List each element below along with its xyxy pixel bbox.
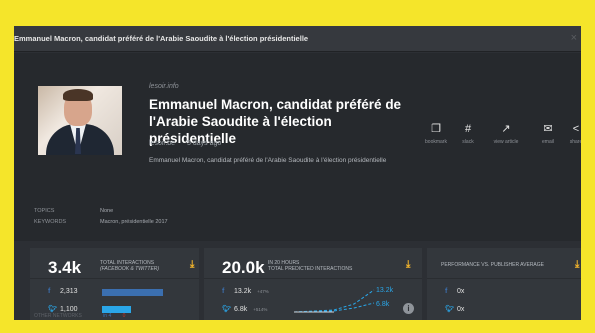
twitter-count: 1,100 [60, 306, 78, 313]
performance-card: PERFORMANCE VS. PUBLISHER AVERAGE ⤓ f 0x … [427, 248, 581, 320]
article-age: 5 days ago [187, 140, 222, 147]
facebook-icon: f [222, 288, 225, 295]
predicted-caption-2: TOTAL PREDICTED INTERACTIONS [268, 266, 353, 272]
predicted-value: 20.0k [222, 258, 265, 277]
performance-caption: PERFORMANCE VS. PUBLISHER AVERAGE [441, 262, 544, 268]
prediction-sparkline: 13.2k 6.8k [294, 287, 394, 313]
performance-facebook-value: 0x [457, 288, 465, 295]
total-interactions-value: 3.4k [48, 258, 82, 277]
predicted-facebook-pct: +47% [257, 289, 269, 294]
article-thumbnail[interactable] [38, 86, 122, 155]
topics-row: TOPICS None [34, 208, 113, 214]
predicted-facebook-count: 13.2k [234, 288, 252, 295]
twitter-prediction-label: 6.8k [376, 301, 390, 308]
download-icon[interactable]: ⤓ [575, 259, 579, 270]
predicted-caption: IN 20 HOURS TOTAL PREDICTED INTERACTIONS [268, 260, 352, 272]
app-window: Emmanuel Macron, candidat préféré de l'A… [14, 26, 581, 320]
keywords-value: Macron, présidentielle 2017 [100, 219, 168, 225]
window-title: Emmanuel Macron, candidat préféré de l'A… [14, 34, 309, 43]
share-button[interactable]: < share [558, 122, 581, 145]
predicted-interactions-card: 20.0k IN 20 HOURS TOTAL PREDICTED INTERA… [204, 248, 422, 320]
twitter-share-bar [102, 306, 131, 313]
bookmark-button[interactable]: ❐ bookmark [418, 122, 454, 145]
article-actions: ❐ bookmark # slack ↗ view article ✉ emai… [418, 122, 581, 162]
info-icon[interactable]: i [403, 303, 414, 314]
topics-label: TOPICS [34, 208, 55, 214]
facebook-row: f 2,313 [48, 288, 78, 295]
slack-icon: # [464, 123, 472, 135]
share-icon: < [572, 123, 580, 135]
facebook-count: 2,313 [60, 288, 78, 295]
predicted-twitter-row: 🐦︎ 6.8k +514% [222, 305, 267, 313]
twitter-icon: 🐦︎ [445, 306, 454, 313]
performance-twitter-value: 0x [457, 306, 465, 313]
article-source[interactable]: lesoir.info [149, 83, 179, 90]
facebook-share-bar [102, 289, 164, 296]
twitter-row: 🐦︎ 1,100 [48, 305, 78, 313]
view-article-label: view article [493, 139, 519, 145]
topics-value: None [100, 208, 114, 214]
download-icon[interactable]: ⤓ [406, 259, 410, 270]
keywords-label: KEYWORDS [34, 219, 67, 225]
performance-facebook-row: f 0x [445, 288, 464, 295]
bookmark-label: bookmark [425, 139, 447, 145]
download-icon[interactable]: ⤓ [190, 259, 194, 270]
predicted-twitter-pct: +514% [253, 307, 268, 312]
total-interactions-caption: TOTAL INTERACTIONS (FACEBOOK & TWITTER) [100, 260, 159, 272]
twitter-prediction-line [294, 302, 375, 313]
slack-label: slack [462, 139, 474, 145]
facebook-icon: f [445, 288, 448, 295]
article-meta: lesoir.be 5 days ago [149, 140, 231, 147]
predicted-twitter-count: 6.8k [234, 306, 248, 313]
other-networks-row: OTHER NETWORKS in 4 0 [14, 313, 125, 319]
total-interactions-card: 3.4k TOTAL INTERACTIONS (FACEBOOK & TWIT… [30, 248, 199, 320]
bookmark-icon: ❐ [431, 123, 441, 135]
predicted-facebook-row: f 13.2k +47% [222, 288, 269, 295]
slack-button[interactable]: # slack [450, 122, 486, 145]
share-label: share [569, 139, 581, 145]
facebook-icon: f [48, 288, 51, 295]
close-icon[interactable]: × [571, 32, 577, 44]
other-networks-label: OTHER NETWORKS [34, 313, 82, 319]
total-interactions-caption-2: (FACEBOOK & TWITTER) [100, 266, 160, 272]
twitter-icon: 🐦︎ [48, 306, 57, 313]
title-bar: Emmanuel Macron, candidat préféré de l'A… [14, 26, 581, 52]
article-description: Emmanuel Macron, candidat préféré de l'A… [149, 157, 387, 164]
twitter-icon: 🐦︎ [222, 306, 231, 313]
pinterest-count: 0 [122, 313, 126, 319]
external-link-icon: ↗ [501, 123, 511, 135]
performance-twitter-row: 🐦︎ 0x [445, 305, 464, 313]
linkedin-count: in 4 [103, 313, 112, 319]
view-article-button[interactable]: ↗ view article [488, 122, 524, 145]
facebook-prediction-line [294, 289, 375, 313]
keywords-row: KEYWORDS Macron, présidentielle 2017 [34, 219, 168, 225]
facebook-prediction-label: 13.2k [376, 287, 394, 294]
article-domain[interactable]: lesoir.be [149, 140, 175, 147]
